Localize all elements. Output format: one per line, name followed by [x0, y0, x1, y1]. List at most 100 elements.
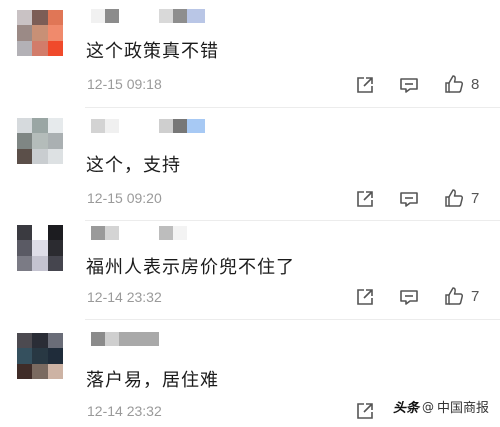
share-button[interactable] — [355, 75, 375, 95]
like-count: 7 — [471, 190, 480, 207]
like-button[interactable] — [444, 74, 464, 94]
reply-button[interactable] — [399, 287, 419, 307]
watermark: 头条 @ 中国商报 — [389, 396, 492, 417]
comment-icon — [400, 290, 418, 305]
avatar-pixel — [32, 255, 48, 271]
username-pixel — [105, 119, 119, 133]
avatar-pixel — [47, 25, 63, 41]
like-button[interactable] — [444, 286, 464, 306]
avatar[interactable] — [17, 118, 63, 164]
avatar-pixel — [32, 148, 48, 164]
comment-timestamp: 12-15 09:20 — [87, 190, 162, 206]
share-icon — [357, 403, 373, 419]
username-pixel — [119, 226, 159, 240]
username-obscured[interactable] — [91, 332, 205, 346]
avatar-pixel — [47, 348, 63, 364]
username-pixel — [119, 332, 159, 346]
username-obscured[interactable] — [91, 226, 205, 240]
comment-timestamp: 12-14 23:32 — [87, 289, 162, 305]
reply-button[interactable] — [399, 189, 419, 209]
share-button[interactable] — [355, 189, 375, 209]
username-pixel — [187, 332, 205, 346]
avatar-pixel — [32, 118, 48, 134]
avatar-pixel — [32, 133, 48, 149]
avatar-pixel — [17, 348, 33, 364]
avatar-pixel — [17, 240, 33, 256]
avatar-pixel — [47, 255, 63, 271]
username-obscured[interactable] — [91, 9, 205, 23]
avatar-pixel — [47, 133, 63, 149]
avatar-pixel — [17, 333, 33, 349]
avatar-pixel — [32, 348, 48, 364]
avatar-pixel — [17, 133, 33, 149]
comment-timestamp: 12-15 09:18 — [87, 76, 162, 92]
username-pixel — [105, 9, 119, 23]
share-icon — [357, 77, 373, 93]
username-pixel — [119, 9, 159, 23]
like-count: 8 — [471, 76, 480, 93]
username-pixel — [187, 119, 205, 133]
username-pixel — [173, 119, 187, 133]
comment-text: 这个政策真不错 — [86, 41, 219, 62]
avatar-pixel — [47, 118, 63, 134]
thumbs-up-icon — [445, 75, 464, 93]
comment-text: 落户易，居住难 — [86, 370, 219, 391]
username-pixel — [91, 226, 105, 240]
username-pixel — [91, 9, 105, 23]
avatar-pixel — [47, 240, 63, 256]
username-pixel — [119, 119, 159, 133]
avatar-pixel — [32, 240, 48, 256]
username-pixel — [91, 332, 105, 346]
watermark-logo: 头条 — [392, 401, 419, 416]
avatar-pixel — [47, 333, 63, 349]
avatar-pixel — [32, 363, 48, 379]
username-pixel — [173, 226, 187, 240]
comment-text: 福州人表示房价兜不住了 — [86, 257, 295, 278]
comment-icon — [400, 192, 418, 207]
username-obscured[interactable] — [91, 119, 205, 133]
avatar[interactable] — [17, 333, 63, 379]
avatar[interactable] — [17, 10, 63, 56]
username-pixel — [159, 119, 173, 133]
avatar-pixel — [32, 333, 48, 349]
comment-text: 这个，支持 — [86, 155, 181, 176]
divider — [85, 220, 500, 221]
username-pixel — [91, 119, 105, 133]
avatar-pixel — [17, 40, 33, 56]
comment-icon — [400, 78, 418, 93]
watermark-account: 中国商报 — [436, 401, 489, 416]
avatar-pixel — [17, 148, 33, 164]
username-pixel — [105, 226, 119, 240]
avatar-pixel — [47, 225, 63, 241]
avatar-pixel — [17, 10, 33, 26]
avatar-pixel — [17, 255, 33, 271]
username-pixel — [159, 226, 173, 240]
like-count: 7 — [471, 288, 480, 305]
avatar-pixel — [32, 225, 48, 241]
username-pixel — [105, 332, 119, 346]
share-icon — [357, 191, 373, 207]
avatar-pixel — [32, 40, 48, 56]
avatar-pixel — [17, 118, 33, 134]
watermark-at: @ — [421, 399, 434, 414]
reply-button[interactable] — [399, 75, 419, 95]
avatar-pixel — [17, 225, 33, 241]
avatar-pixel — [47, 363, 63, 379]
avatar-pixel — [17, 25, 33, 41]
avatar-pixel — [47, 40, 63, 56]
share-button[interactable] — [355, 287, 375, 307]
avatar-pixel — [32, 10, 48, 26]
comment-timestamp: 12-14 23:32 — [87, 403, 162, 419]
divider — [85, 319, 500, 320]
like-button[interactable] — [444, 188, 464, 208]
avatar-pixel — [47, 148, 63, 164]
share-icon — [357, 289, 373, 305]
thumbs-up-icon — [445, 287, 464, 305]
username-pixel — [159, 9, 173, 23]
username-pixel — [173, 332, 187, 346]
avatar[interactable] — [17, 225, 63, 271]
avatar-pixel — [47, 10, 63, 26]
divider — [85, 107, 500, 108]
share-button[interactable] — [355, 401, 375, 421]
thumbs-up-icon — [445, 189, 464, 207]
